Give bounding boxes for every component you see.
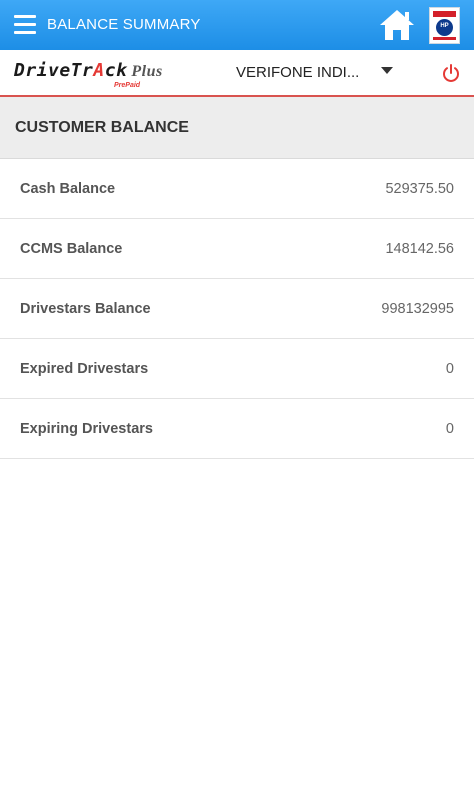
balance-label: Expiring Drivestars xyxy=(20,421,153,437)
power-icon[interactable] xyxy=(442,64,460,82)
chevron-down-icon[interactable] xyxy=(381,67,393,74)
list-item: Expired Drivestars 0 xyxy=(0,339,474,399)
menu-icon[interactable] xyxy=(14,15,36,35)
list-item: Expiring Drivestars 0 xyxy=(0,399,474,459)
drivetrack-logo: DriveTrAck Plus xyxy=(14,60,163,81)
app-bar: BALANCE SUMMARY HP xyxy=(0,0,474,50)
balance-value: 529375.50 xyxy=(385,181,454,197)
balance-label: Cash Balance xyxy=(20,181,116,197)
list-item: CCMS Balance 148142.56 xyxy=(0,219,474,279)
list-item: Drivestars Balance 998132995 xyxy=(0,279,474,339)
list-item: Cash Balance 529375.50 xyxy=(0,159,474,219)
balance-label: CCMS Balance xyxy=(20,241,123,257)
balance-value: 0 xyxy=(445,421,454,437)
logo-subtitle: PrePaid xyxy=(114,82,141,89)
balance-value: 148142.56 xyxy=(385,241,454,257)
hp-logo-icon: HP xyxy=(429,7,460,44)
dealer-select[interactable]: VERIFONE INDI... xyxy=(236,64,359,81)
balance-value: 0 xyxy=(445,361,454,377)
page-title: BALANCE SUMMARY xyxy=(47,16,201,33)
balance-value: 998132995 xyxy=(381,301,454,317)
balance-list: Cash Balance 529375.50 CCMS Balance 1481… xyxy=(0,159,474,459)
home-icon[interactable] xyxy=(378,8,416,42)
balance-label: Drivestars Balance xyxy=(20,301,151,317)
section-header: CUSTOMER BALANCE xyxy=(0,97,474,159)
section-title: CUSTOMER BALANCE xyxy=(15,119,189,136)
dealer-bar: DriveTrAck Plus PrePaid VERIFONE INDI... xyxy=(0,50,474,97)
balance-label: Expired Drivestars xyxy=(20,361,149,377)
